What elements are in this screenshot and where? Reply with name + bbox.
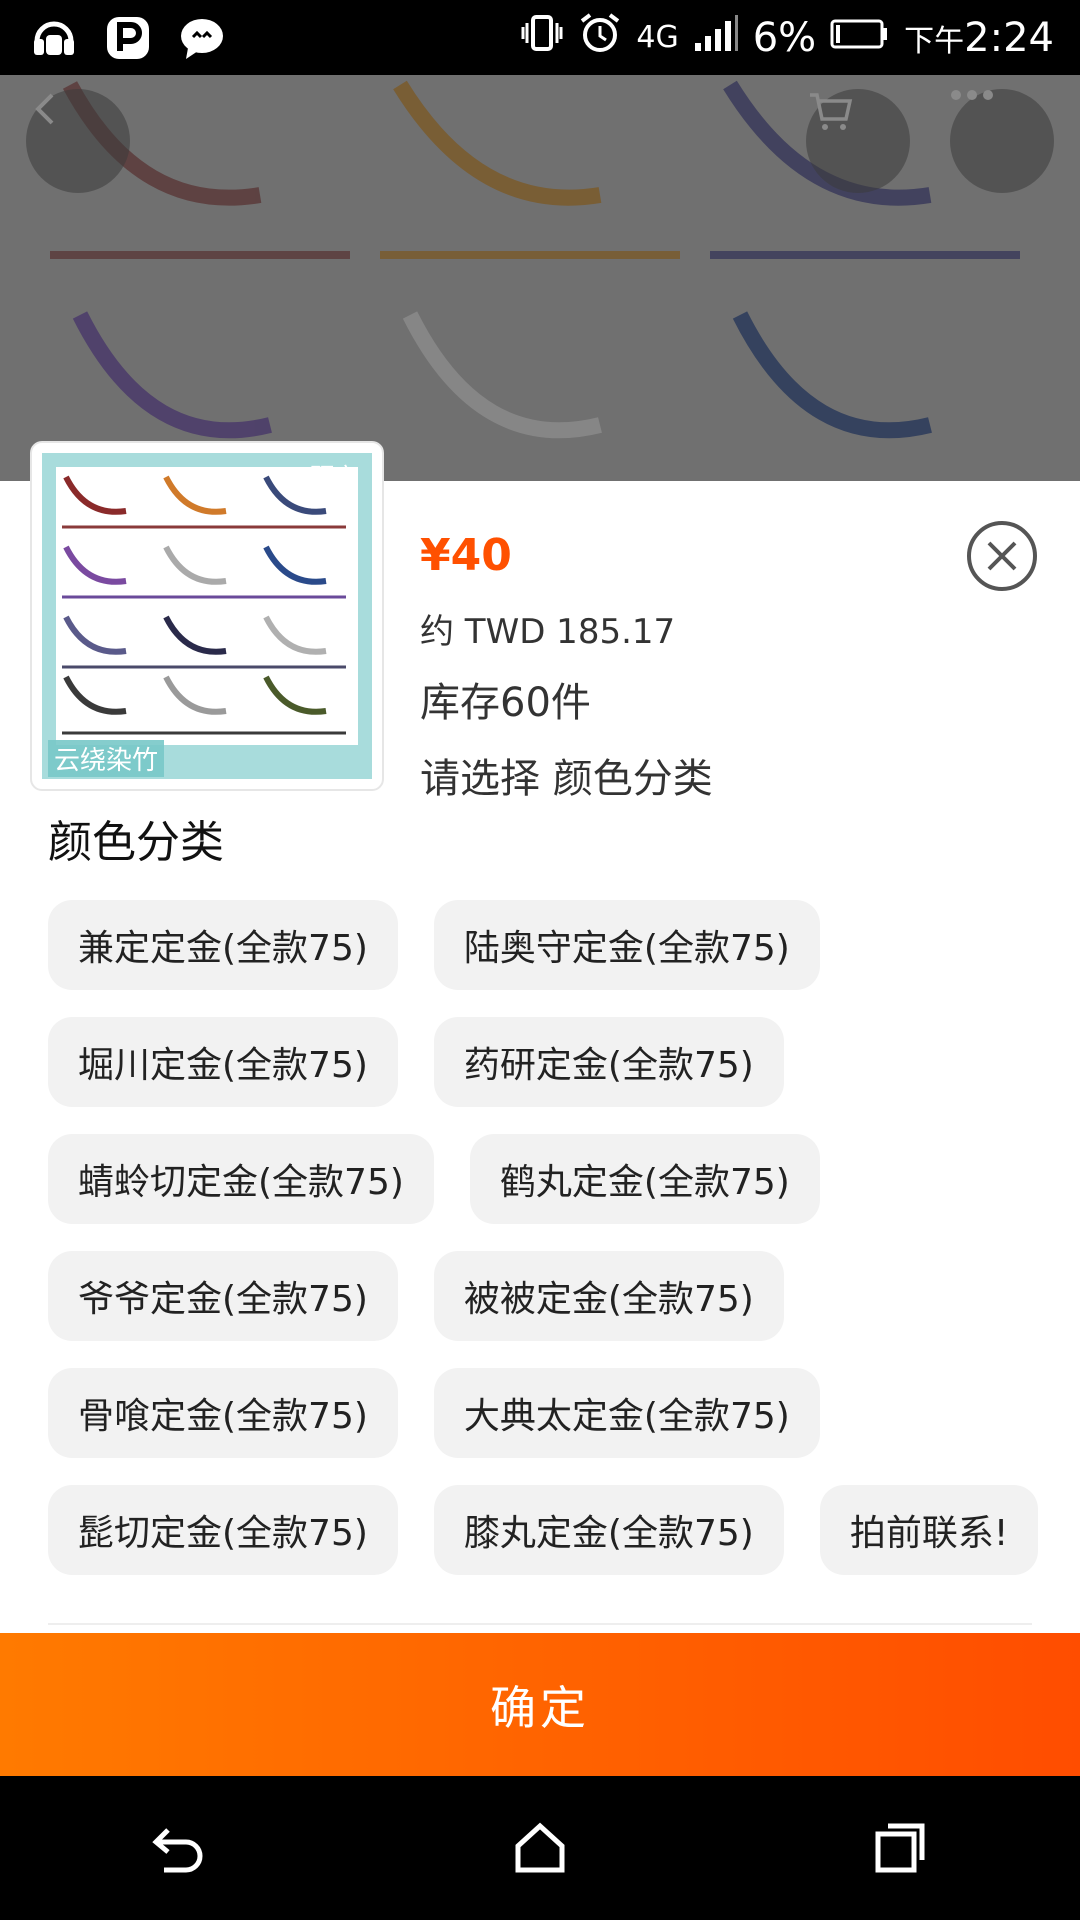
option-chip[interactable]: 髭切定金(全款75) [48, 1485, 398, 1575]
close-icon [967, 521, 1037, 591]
shop-watermark: 云绕染竹 [48, 740, 165, 777]
preorder-tag: 预定 [310, 463, 358, 491]
status-bar: 4G 6% 下午2:24 [0, 0, 1080, 75]
selection-hint: 请选择 颜色分类 [420, 756, 713, 802]
converted-price: 约 TWD 185.17 [420, 612, 676, 652]
option-chip[interactable]: 大典太定金(全款75) [433, 1368, 820, 1458]
option-chip[interactable]: 膝丸定金(全款75) [433, 1485, 784, 1575]
option-chip[interactable]: 爷爷定金(全款75) [48, 1251, 398, 1341]
option-group-title: 颜色分类 [48, 817, 224, 868]
option-chip[interactable]: 被被定金(全款75) [433, 1251, 784, 1341]
p-app-icon [102, 12, 154, 64]
cart-icon [810, 93, 853, 130]
option-chip[interactable]: 陆奥守定金(全款75) [433, 900, 820, 990]
nav-home-icon [515, 1822, 565, 1873]
time-prefix: 下午 [904, 23, 965, 59]
option-chips: 兼定定金(全款75) 陆奥守定金(全款75) 堀川定金(全款75) 药研定金(全… [48, 900, 1048, 1602]
network-type: 4G [636, 20, 679, 55]
nav-back-icon [152, 1828, 203, 1873]
option-row: 蜻蛉切定金(全款75) 鹤丸定金(全款75) [48, 1134, 1048, 1224]
lanyard-grid-image [56, 467, 354, 739]
more-icon [951, 90, 993, 100]
option-chip[interactable]: 骨喰定金(全款75) [48, 1368, 398, 1458]
price: ¥40 [420, 530, 512, 581]
option-chip[interactable]: 药研定金(全款75) [433, 1017, 784, 1107]
divider [48, 1623, 1032, 1625]
product-thumbnail[interactable]: 预定 云绕染竹 [30, 441, 384, 791]
option-chip[interactable]: 堀川定金(全款75) [48, 1017, 398, 1107]
battery-percent: 6% [752, 14, 817, 61]
option-row: 爷爷定金(全款75) 被被定金(全款75) [48, 1251, 1048, 1341]
battery-icon [830, 15, 890, 61]
option-chip[interactable]: 兼定定金(全款75) [48, 900, 398, 990]
navigation-bar [0, 1776, 1080, 1920]
vibrate-icon [520, 11, 564, 65]
option-chip[interactable]: 拍前联系! [819, 1485, 1039, 1575]
product-image-backdrop [0, 75, 1080, 481]
nav-recents-button[interactable] [850, 1798, 950, 1898]
clock-time: 2:24 [964, 14, 1054, 61]
more-button[interactable] [950, 89, 1054, 193]
lanyard-sample-image [0, 75, 1080, 481]
chat-bubble-icon [176, 12, 228, 64]
alarm-icon [578, 11, 622, 65]
close-button[interactable] [966, 520, 1038, 592]
confirm-button[interactable]: 确定 [0, 1633, 1080, 1776]
cart-button[interactable] [806, 89, 910, 193]
android-headphones-icon [28, 12, 80, 64]
back-button[interactable] [26, 89, 130, 193]
nav-recents-icon [875, 1823, 925, 1873]
nav-back-button[interactable] [130, 1798, 230, 1898]
option-row: 骨喰定金(全款75) 大典太定金(全款75) [48, 1368, 1048, 1458]
back-icon [35, 93, 54, 125]
option-row: 兼定定金(全款75) 陆奥守定金(全款75) [48, 900, 1048, 990]
signal-icon [693, 13, 739, 63]
stock-count: 库存60件 [420, 680, 591, 726]
option-row: 髭切定金(全款75) 膝丸定金(全款75) 拍前联系! [48, 1485, 1048, 1575]
option-chip[interactable]: 蜻蛉切定金(全款75) [48, 1134, 434, 1224]
option-row: 堀川定金(全款75) 药研定金(全款75) [48, 1017, 1048, 1107]
nav-home-button[interactable] [490, 1798, 590, 1898]
option-chip[interactable]: 鹤丸定金(全款75) [469, 1134, 820, 1224]
